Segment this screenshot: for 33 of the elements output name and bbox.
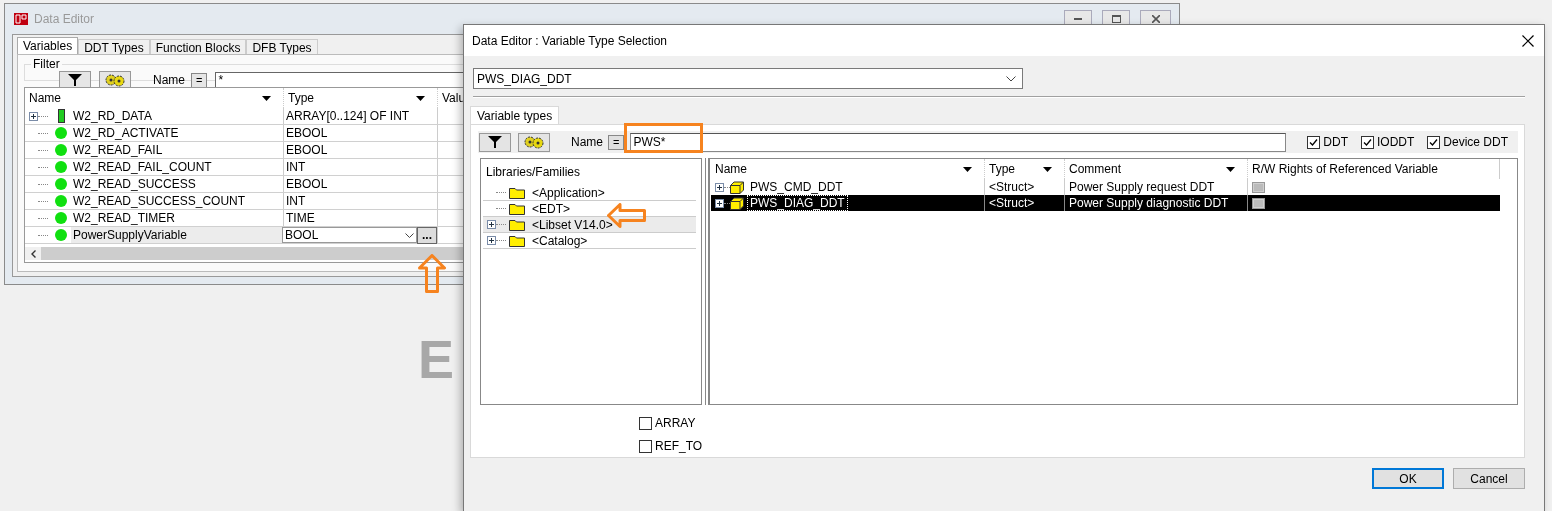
variable-name: W2_READ_SUCCESS <box>73 177 196 191</box>
checkbox-label: REF_TO <box>655 439 703 453</box>
tree-header: Libraries/Families <box>486 165 581 179</box>
table-cell: INT <box>286 194 306 208</box>
checkbox-label: ARRAY <box>655 416 696 430</box>
table-cell: ARRAY[0..124] OF INT <box>286 109 410 123</box>
window-title: Data Editor <box>34 12 95 26</box>
checkbox-label: DDT <box>1323 135 1348 149</box>
variable-name: PowerSupplyVariable <box>73 228 187 242</box>
variable-name: W2_RD_ACTIVATE <box>73 126 179 140</box>
variable-name: W2_READ_FAIL <box>73 143 163 157</box>
field-label: Name <box>153 73 185 87</box>
table-cell: INT <box>286 160 306 174</box>
table-cell: EBOOL <box>286 126 328 140</box>
table-cell: TIME <box>286 211 315 225</box>
dialog-title: Data Editor : Variable Type Selection <box>472 33 667 48</box>
logo-text: E <box>418 332 455 386</box>
group-label: Filter <box>32 57 61 71</box>
variable-name: W2_READ_FAIL_COUNT <box>73 160 212 174</box>
type-name: PWS_DIAG_DDT <box>748 196 847 210</box>
table-cell: Power Supply diagnostic DDT <box>1069 196 1229 210</box>
variable-name: W2_RD_DATA <box>73 109 152 123</box>
checkbox-label: Device DDT <box>1443 135 1508 149</box>
table-cell: <Struct> <box>989 180 1035 194</box>
checkbox-label: IODDT <box>1376 135 1415 149</box>
variable-name: W2_READ_TIMER <box>73 211 176 225</box>
type-name: PWS_CMD_DDT <box>749 180 844 194</box>
table-cell: EBOOL <box>286 143 328 157</box>
field-label: Name <box>571 135 603 149</box>
table-cell: <Struct> <box>989 196 1035 210</box>
variable-name: W2_READ_SUCCESS_COUNT <box>73 194 246 208</box>
table-cell: EBOOL <box>286 177 328 191</box>
table-cell: Power Supply request DDT <box>1069 180 1215 194</box>
